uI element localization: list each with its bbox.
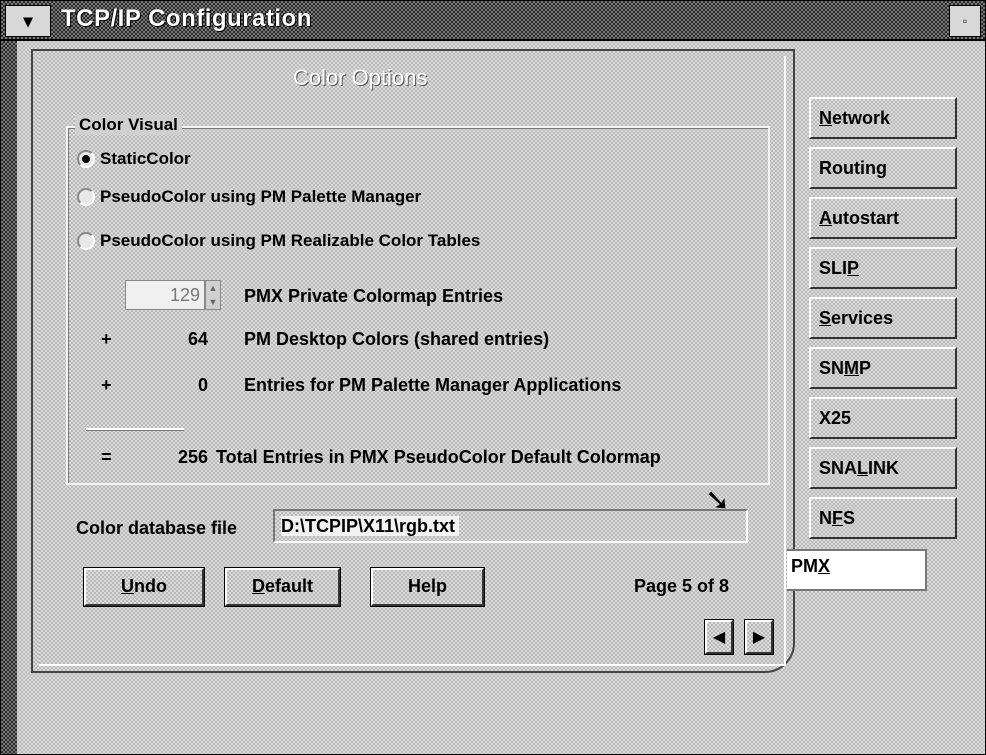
radio-selected-icon[interactable] — [77, 150, 95, 168]
pointer-arrow-icon: ➘ — [705, 484, 731, 517]
total-entries-value: 256 — [177, 447, 208, 467]
left-border — [1, 41, 17, 754]
spin-down-icon[interactable]: ▼ — [206, 295, 220, 309]
default-button[interactable]: Default — [224, 567, 341, 607]
color-db-value[interactable]: D:\TCPIP\X11\rgb.txt — [281, 516, 460, 536]
radio-label: StaticColor — [100, 149, 191, 168]
tcpip-config-window: ▾ TCP/IP Configuration ▫ Color Options C… — [0, 0, 986, 755]
next-page-icon[interactable]: ▶ — [744, 619, 774, 655]
private-entries-spinbox[interactable]: 129 — [125, 280, 205, 310]
private-entries-label: PMX Private Colormap Entries — [244, 286, 504, 306]
radio-unselected-icon[interactable] — [77, 188, 95, 206]
radio-staticcolor[interactable]: StaticColor — [77, 149, 191, 169]
sum-divider — [86, 428, 184, 431]
tab-slip[interactable]: SLIP — [809, 247, 957, 289]
spin-arrows[interactable]: ▲ ▼ — [205, 280, 221, 310]
tab-snalink[interactable]: SNALINK — [809, 447, 957, 489]
page-title: Color Options — [293, 65, 428, 90]
tab-autostart[interactable]: Autostart — [809, 197, 957, 239]
equals-sign: = — [101, 447, 112, 467]
tab-services[interactable]: Services — [809, 297, 957, 339]
page-indicator: Page 5 of 8 — [634, 576, 730, 596]
spin-up-icon[interactable]: ▲ — [206, 281, 220, 295]
tab-network[interactable]: Network — [809, 97, 957, 139]
total-entries-label: Total Entries in PMX PseudoColor Default… — [216, 447, 661, 467]
radio-unselected-icon[interactable] — [77, 232, 95, 250]
undo-button[interactable]: Undo — [83, 567, 205, 607]
help-button[interactable]: Help — [370, 567, 485, 607]
color-db-label: Color database file — [76, 518, 238, 538]
group-label: Color Visual — [75, 115, 182, 135]
plus-sign: + — [101, 375, 112, 395]
tab-pmx[interactable]: PMX — [787, 549, 927, 591]
color-db-field[interactable]: D:\TCPIP\X11\rgb.txt — [273, 509, 748, 543]
tab-nfs[interactable]: NFS — [809, 497, 957, 539]
system-menu-icon[interactable]: ▾ — [5, 5, 51, 37]
palette-apps-value: 0 — [197, 375, 208, 395]
plus-sign: + — [101, 329, 112, 349]
tab-x25[interactable]: X25 — [809, 397, 957, 439]
title-bar[interactable]: ▾ TCP/IP Configuration ▫ — [1, 1, 985, 41]
desktop-colors-value: 64 — [187, 329, 208, 349]
radio-pseudocolor-tables[interactable]: PseudoColor using PM Realizable Color Ta… — [77, 231, 480, 251]
radio-label: PseudoColor using PM Palette Manager — [100, 187, 422, 206]
radio-pseudocolor-palette[interactable]: PseudoColor using PM Palette Manager — [77, 187, 421, 207]
window-title: TCP/IP Configuration — [61, 5, 312, 32]
radio-label: PseudoColor using PM Realizable Color Ta… — [100, 231, 481, 250]
tab-routing[interactable]: Routing — [809, 147, 957, 189]
maximize-icon[interactable]: ▫ — [949, 5, 981, 37]
prev-page-icon[interactable]: ◀ — [704, 619, 734, 655]
desktop-colors-label: PM Desktop Colors (shared entries) — [244, 329, 550, 349]
tab-snmp[interactable]: SNMP — [809, 347, 957, 389]
palette-apps-label: Entries for PM Palette Manager Applicati… — [244, 375, 622, 395]
